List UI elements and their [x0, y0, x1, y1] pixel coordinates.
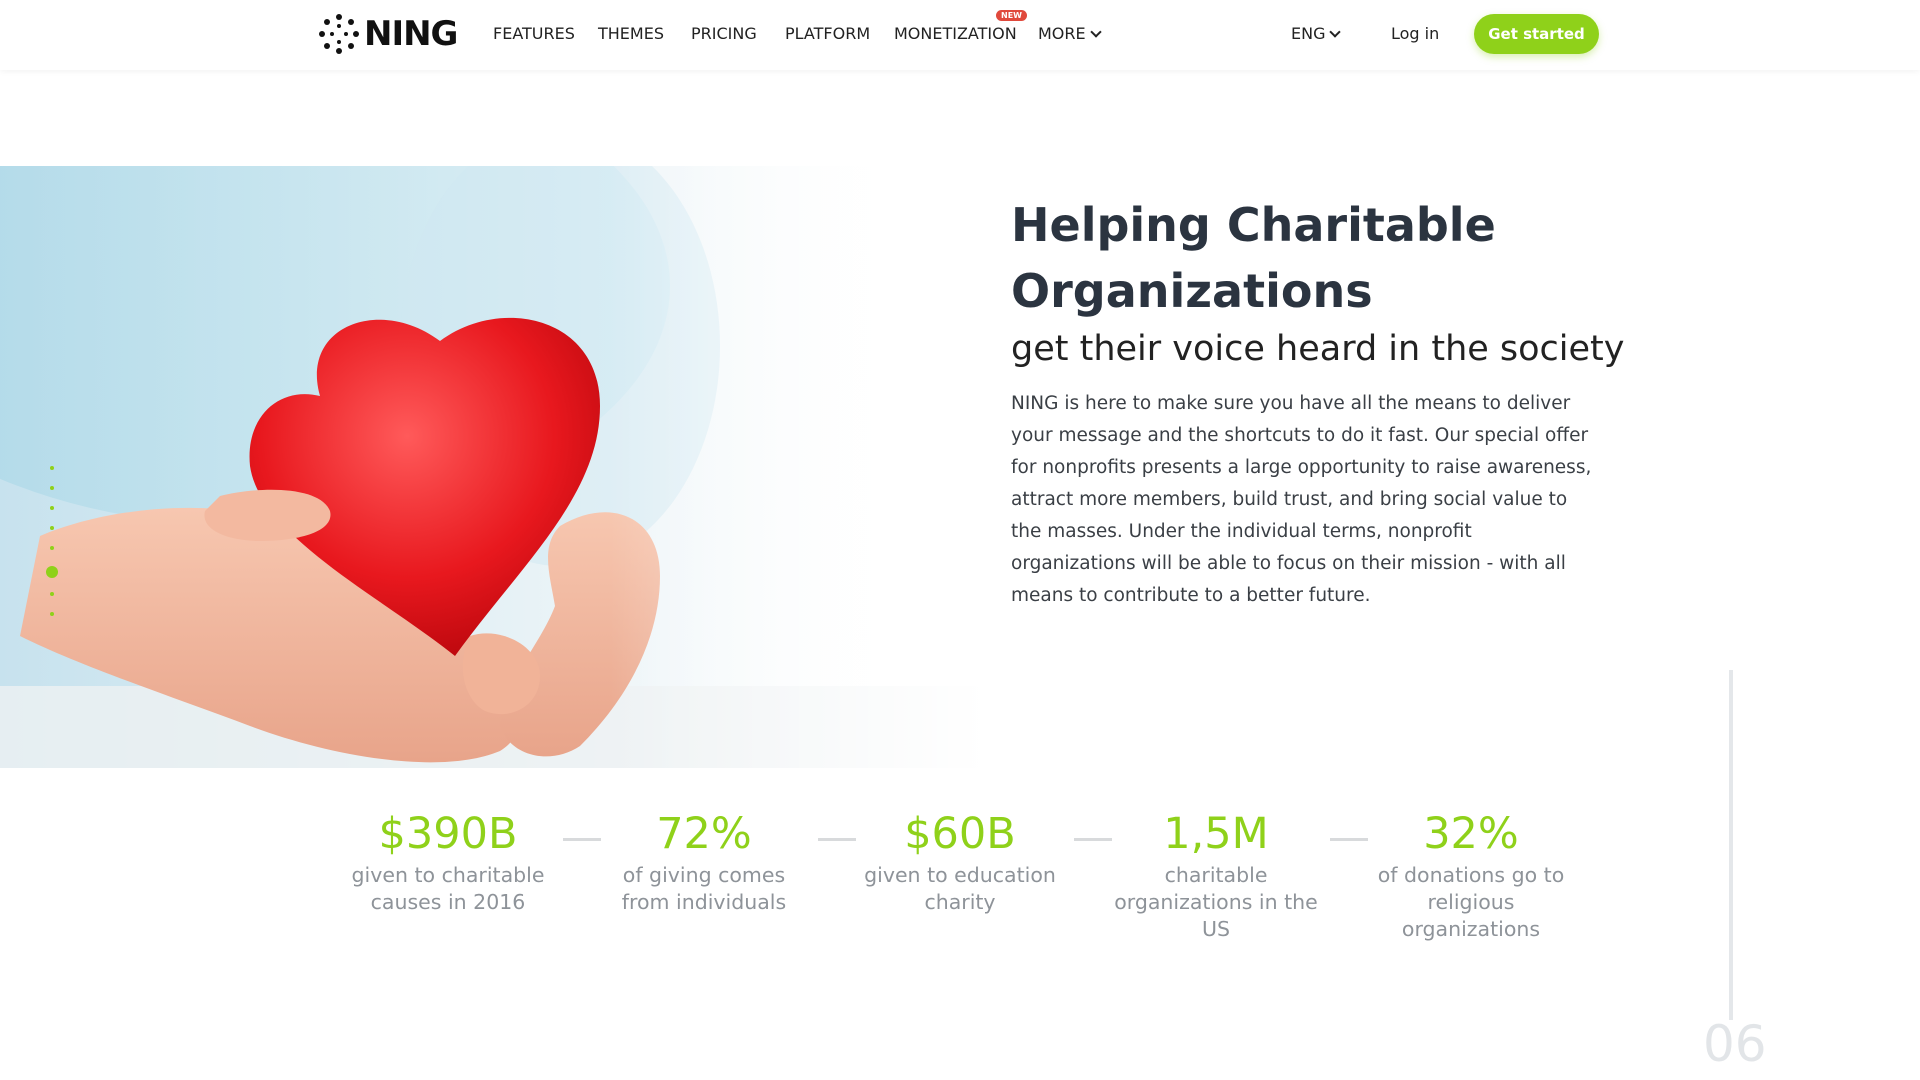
- pager-dot[interactable]: [50, 592, 54, 596]
- stat-separator: [1330, 838, 1368, 841]
- stat-item: $60B given to education charity: [855, 806, 1065, 916]
- section-number: 06: [1703, 1015, 1767, 1073]
- stat-label: of donations go to religious organizatio…: [1377, 863, 1565, 941]
- stat-item: 32% of donations go to religious organiz…: [1366, 806, 1576, 943]
- hero-body: NING is here to make sure you have all t…: [1011, 393, 1592, 606]
- pager-dot[interactable]: [50, 466, 54, 470]
- pager-dot-active[interactable]: [46, 566, 58, 578]
- nav-features[interactable]: FEATURES: [493, 24, 575, 43]
- stat-separator: [818, 838, 856, 841]
- language-label: ENG: [1291, 24, 1326, 43]
- stat-value: 1,5M: [1163, 809, 1269, 859]
- brand-name: NING: [364, 14, 458, 54]
- pager-dot[interactable]: [50, 506, 54, 510]
- stat-value: $60B: [904, 809, 1016, 859]
- stat-value: 32%: [1423, 809, 1519, 859]
- section-pager: [46, 466, 58, 632]
- nav-themes[interactable]: THEMES: [598, 24, 664, 43]
- stat-label: given to education charity: [864, 863, 1056, 914]
- get-started-button[interactable]: Get started: [1474, 14, 1599, 54]
- stat-item: $390B given to charitable causes in 2016: [343, 806, 553, 916]
- stat-label: charitable organizations in the US: [1114, 863, 1318, 941]
- pager-dot[interactable]: [50, 486, 54, 490]
- stat-value: $390B: [378, 809, 518, 859]
- hero-title: Helping Charitable Organizations: [1011, 198, 1496, 318]
- pager-dot[interactable]: [50, 526, 54, 530]
- stat-value: 72%: [656, 809, 752, 859]
- nav-pricing[interactable]: PRICING: [691, 24, 757, 43]
- language-selector[interactable]: ENG: [1291, 24, 1342, 43]
- pager-dot[interactable]: [50, 546, 54, 550]
- section-progress-line: [1729, 670, 1733, 1020]
- pager-dot[interactable]: [50, 612, 54, 616]
- new-badge: NEW: [996, 10, 1027, 21]
- hero-subtitle: get their voice heard in the society: [1011, 329, 1625, 369]
- stat-item: 1,5M charitable organizations in the US: [1111, 806, 1321, 943]
- nav-more[interactable]: MORE: [1038, 24, 1102, 43]
- stat-separator: [563, 838, 601, 841]
- ning-logo-icon: [319, 14, 359, 54]
- ning-logo[interactable]: NING: [318, 14, 458, 54]
- chevron-down-icon: [1089, 26, 1102, 38]
- stat-label: given to charitable causes in 2016: [351, 863, 545, 914]
- nav-monetization[interactable]: MONETIZATION NEW: [894, 10, 1027, 43]
- stat-separator: [1074, 838, 1112, 841]
- nav-monetization-label: MONETIZATION: [894, 24, 1017, 43]
- hero-image: [0, 166, 1030, 768]
- nav-more-label: MORE: [1038, 24, 1086, 43]
- stat-label: of giving comes from individuals: [621, 863, 787, 914]
- login-link[interactable]: Log in: [1391, 24, 1439, 43]
- nav-platform[interactable]: PLATFORM: [785, 24, 870, 43]
- chevron-down-icon: [1329, 26, 1342, 38]
- image-fade-overlay: [610, 166, 1030, 768]
- stat-item: 72% of giving comes from individuals: [599, 806, 809, 916]
- top-header: NING FEATURES THEMES PRICING PLATFORM MO…: [0, 0, 1920, 70]
